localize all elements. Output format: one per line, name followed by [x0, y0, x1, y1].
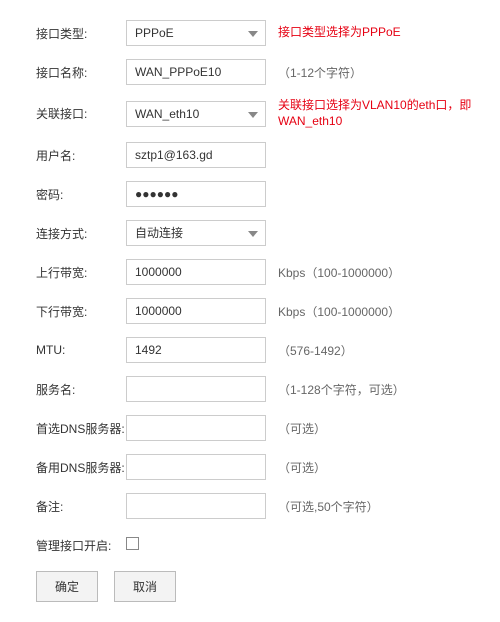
- annotation-interface-type: 接口类型选择为PPPoE: [278, 25, 401, 41]
- input-password[interactable]: [126, 181, 266, 207]
- row-remark: 备注: （可选,50个字符）: [36, 493, 490, 519]
- hint-remark: （可选,50个字符）: [278, 498, 379, 515]
- label-up-bandwidth: 上行带宽:: [36, 264, 126, 281]
- label-down-bandwidth: 下行带宽:: [36, 303, 126, 320]
- input-mtu[interactable]: [126, 337, 266, 363]
- input-service-name[interactable]: [126, 376, 266, 402]
- ok-button[interactable]: 确定: [36, 571, 98, 602]
- row-assoc-interface: 关联接口: WAN_eth10 关联接口选择为VLAN10的eth口，即WAN_…: [36, 98, 490, 129]
- input-down-bandwidth[interactable]: [126, 298, 266, 324]
- row-password: 密码:: [36, 181, 490, 207]
- input-up-bandwidth[interactable]: [126, 259, 266, 285]
- label-dns1: 首选DNS服务器:: [36, 420, 126, 437]
- hint-down-bandwidth: Kbps（100-1000000）: [278, 303, 400, 320]
- label-interface-name: 接口名称:: [36, 64, 126, 81]
- row-dns2: 备用DNS服务器: （可选）: [36, 454, 490, 480]
- input-username[interactable]: [126, 142, 266, 168]
- annotation-assoc-interface: 关联接口选择为VLAN10的eth口，即WAN_eth10: [278, 98, 488, 129]
- button-row: 确定 取消: [36, 571, 490, 602]
- input-dns2[interactable]: [126, 454, 266, 480]
- label-password: 密码:: [36, 186, 126, 203]
- row-mtu: MTU: （576-1492）: [36, 337, 490, 363]
- hint-dns1: （可选）: [278, 420, 326, 437]
- row-connect-mode: 连接方式: 自动连接: [36, 220, 490, 246]
- row-up-bandwidth: 上行带宽: Kbps（100-1000000）: [36, 259, 490, 285]
- select-assoc-interface[interactable]: WAN_eth10: [126, 101, 266, 127]
- label-mgmt-enable: 管理接口开启:: [36, 537, 126, 554]
- select-interface-type[interactable]: PPPoE: [126, 20, 266, 46]
- label-mtu: MTU:: [36, 343, 126, 357]
- hint-mtu: （576-1492）: [278, 342, 353, 359]
- cancel-button[interactable]: 取消: [114, 571, 176, 602]
- input-interface-name[interactable]: [126, 59, 266, 85]
- hint-interface-name: （1-12个字符）: [278, 64, 362, 81]
- row-interface-type: 接口类型: PPPoE 接口类型选择为PPPoE: [36, 20, 490, 46]
- row-interface-name: 接口名称: （1-12个字符）: [36, 59, 490, 85]
- checkbox-mgmt-enable[interactable]: [126, 537, 139, 550]
- label-connect-mode: 连接方式:: [36, 225, 126, 242]
- label-username: 用户名:: [36, 147, 126, 164]
- label-assoc-interface: 关联接口:: [36, 105, 126, 122]
- hint-up-bandwidth: Kbps（100-1000000）: [278, 264, 400, 281]
- hint-dns2: （可选）: [278, 459, 326, 476]
- input-remark[interactable]: [126, 493, 266, 519]
- row-username: 用户名:: [36, 142, 490, 168]
- row-dns1: 首选DNS服务器: （可选）: [36, 415, 490, 441]
- label-remark: 备注:: [36, 498, 126, 515]
- select-connect-mode[interactable]: 自动连接: [126, 220, 266, 246]
- row-down-bandwidth: 下行带宽: Kbps（100-1000000）: [36, 298, 490, 324]
- hint-service-name: （1-128个字符，可选）: [278, 381, 405, 398]
- row-service-name: 服务名: （1-128个字符，可选）: [36, 376, 490, 402]
- label-dns2: 备用DNS服务器:: [36, 459, 126, 476]
- label-service-name: 服务名:: [36, 381, 126, 398]
- input-dns1[interactable]: [126, 415, 266, 441]
- label-interface-type: 接口类型:: [36, 25, 126, 42]
- row-mgmt-enable: 管理接口开启:: [36, 532, 490, 558]
